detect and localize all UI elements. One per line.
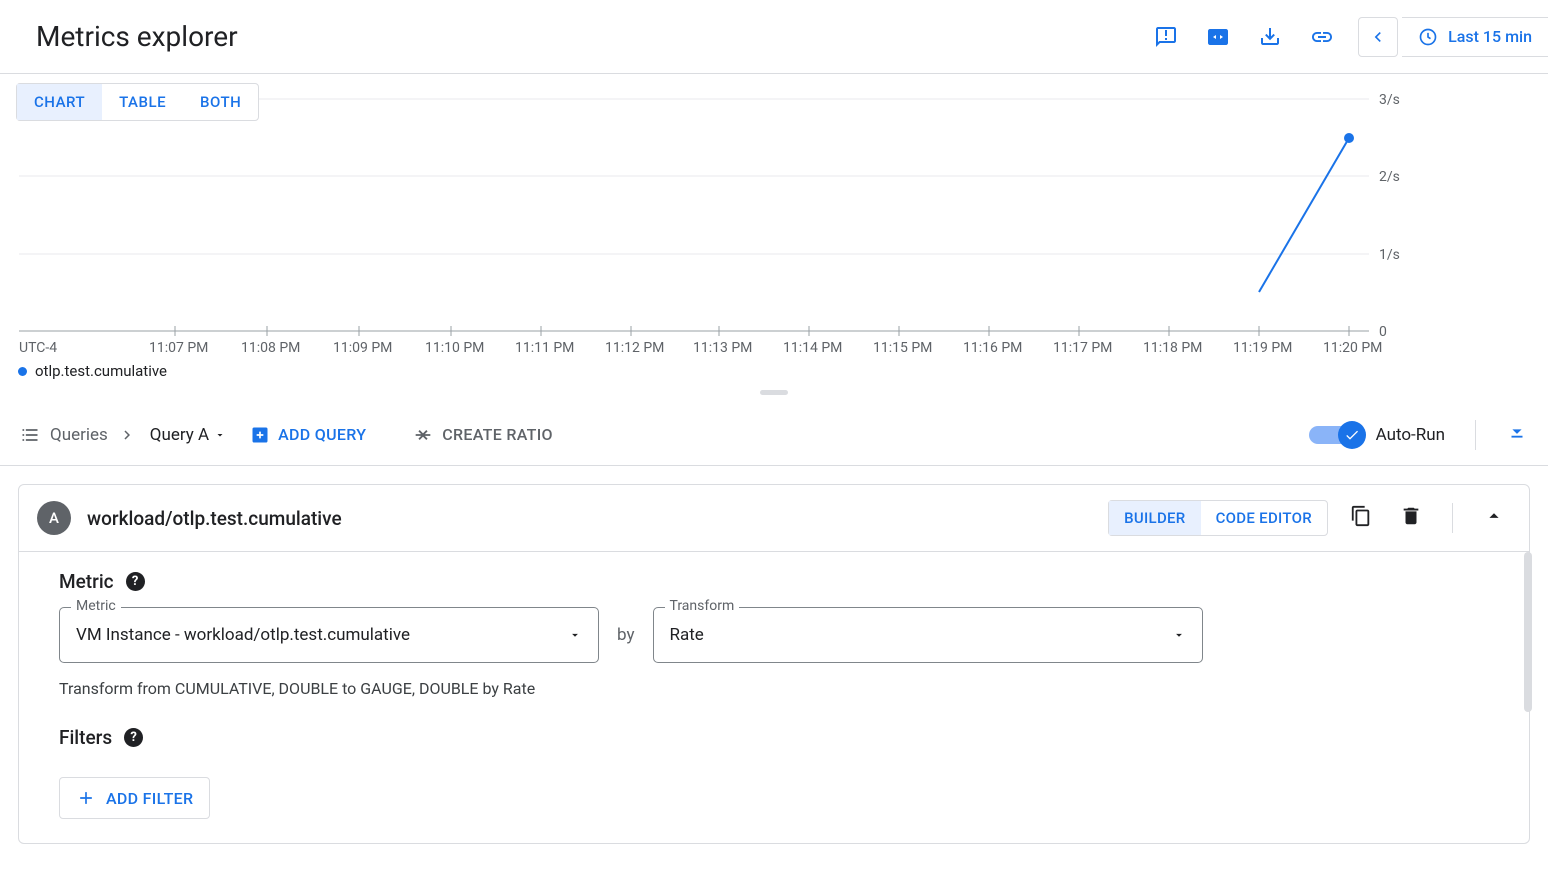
- svg-text:11:11 PM: 11:11 PM: [515, 340, 574, 354]
- caret-down-icon: [1172, 628, 1186, 642]
- delete-button[interactable]: [1394, 499, 1428, 537]
- create-ratio-button[interactable]: CREATE RATIO: [412, 424, 553, 446]
- svg-text:11:18 PM: 11:18 PM: [1143, 340, 1202, 354]
- expand-all-button[interactable]: [1506, 422, 1528, 448]
- auto-run-toggle[interactable]: [1309, 426, 1364, 444]
- chart-legend: otlp.test.cumulative: [18, 358, 1530, 384]
- time-range-button[interactable]: Last 15 min: [1402, 17, 1548, 57]
- svg-text:11:15 PM: 11:15 PM: [873, 340, 932, 354]
- help-icon[interactable]: ?: [126, 572, 145, 591]
- svg-text:11:14 PM: 11:14 PM: [783, 340, 842, 354]
- svg-text:11:12 PM: 11:12 PM: [605, 340, 664, 354]
- svg-text:11:10 PM: 11:10 PM: [425, 340, 484, 354]
- series-line: [1259, 138, 1349, 292]
- feedback-icon[interactable]: [1142, 13, 1190, 61]
- add-filter-button[interactable]: ADD FILTER: [59, 777, 210, 819]
- metric-section-label: Metric: [59, 570, 114, 593]
- svg-text:11:08 PM: 11:08 PM: [241, 340, 300, 354]
- svg-text:3/s: 3/s: [1379, 92, 1400, 108]
- metric-select[interactable]: VM Instance - workload/otlp.test.cumulat…: [59, 607, 599, 663]
- scrollbar-thumb[interactable]: [1524, 552, 1532, 712]
- check-icon: [1344, 427, 1360, 443]
- svg-text:11:19 PM: 11:19 PM: [1233, 340, 1292, 354]
- transform-field-label: Transform: [665, 598, 740, 614]
- svg-text:1/s: 1/s: [1379, 247, 1400, 263]
- query-badge: A: [37, 501, 71, 535]
- add-query-button[interactable]: ADD QUERY: [250, 425, 366, 445]
- download-icon[interactable]: [1246, 13, 1294, 61]
- legend-series-label: otlp.test.cumulative: [35, 362, 167, 380]
- query-title: workload/otlp.test.cumulative: [87, 507, 1092, 530]
- transform-select[interactable]: Rate: [653, 607, 1203, 663]
- by-text: by: [617, 625, 635, 645]
- data-point: [1344, 133, 1354, 143]
- filters-section-label: Filters: [59, 726, 112, 749]
- tab-chart[interactable]: CHART: [17, 84, 102, 120]
- query-panel: A workload/otlp.test.cumulative BUILDER …: [18, 484, 1530, 844]
- caret-down-icon: [568, 628, 582, 642]
- ratio-icon: [412, 424, 434, 446]
- collapse-panel-button[interactable]: [1477, 499, 1511, 537]
- collapse-button[interactable]: [1358, 17, 1398, 57]
- tab-both[interactable]: BOTH: [183, 84, 258, 120]
- legend-dot-icon: [18, 367, 27, 376]
- resize-handle[interactable]: [760, 390, 788, 395]
- builder-mode-button[interactable]: BUILDER: [1109, 501, 1200, 535]
- expand-down-icon: [1506, 422, 1528, 444]
- svg-text:0: 0: [1379, 324, 1387, 340]
- queries-breadcrumb: Queries: [20, 425, 136, 445]
- list-icon: [20, 425, 40, 445]
- svg-text:11:17 PM: 11:17 PM: [1053, 340, 1112, 354]
- metric-field-label: Metric: [71, 598, 121, 614]
- code-editor-mode-button[interactable]: CODE EDITOR: [1201, 501, 1327, 535]
- svg-text:11:09 PM: 11:09 PM: [333, 340, 392, 354]
- chart-area: 3/s 2/s 1/s 0 UTC-4 11:07 PM 11:08 PM 11…: [0, 74, 1548, 404]
- svg-text:11:20 PM: 11:20 PM: [1323, 340, 1382, 354]
- auto-run-label: Auto-Run: [1376, 425, 1445, 445]
- svg-text:11:16 PM: 11:16 PM: [963, 340, 1022, 354]
- plus-icon: [76, 788, 96, 808]
- duplicate-button[interactable]: [1344, 499, 1378, 537]
- svg-text:11:13 PM: 11:13 PM: [693, 340, 752, 354]
- code-icon[interactable]: [1194, 13, 1242, 61]
- transform-description: Transform from CUMULATIVE, DOUBLE to GAU…: [59, 679, 1511, 698]
- view-tabs: CHART TABLE BOTH: [16, 83, 259, 121]
- plus-box-icon: [250, 425, 270, 445]
- caret-down-icon: [214, 429, 226, 441]
- link-icon[interactable]: [1298, 13, 1346, 61]
- svg-text:2/s: 2/s: [1379, 169, 1400, 185]
- query-selector[interactable]: Query A: [150, 425, 226, 445]
- help-icon[interactable]: ?: [124, 728, 143, 747]
- mode-toggle: BUILDER CODE EDITOR: [1108, 500, 1328, 536]
- time-range-label: Last 15 min: [1448, 27, 1532, 46]
- chevron-right-icon: [118, 426, 136, 444]
- page-title: Metrics explorer: [36, 20, 238, 53]
- tab-table[interactable]: TABLE: [102, 84, 183, 120]
- svg-text:UTC-4: UTC-4: [19, 340, 57, 354]
- svg-text:11:07 PM: 11:07 PM: [149, 340, 208, 354]
